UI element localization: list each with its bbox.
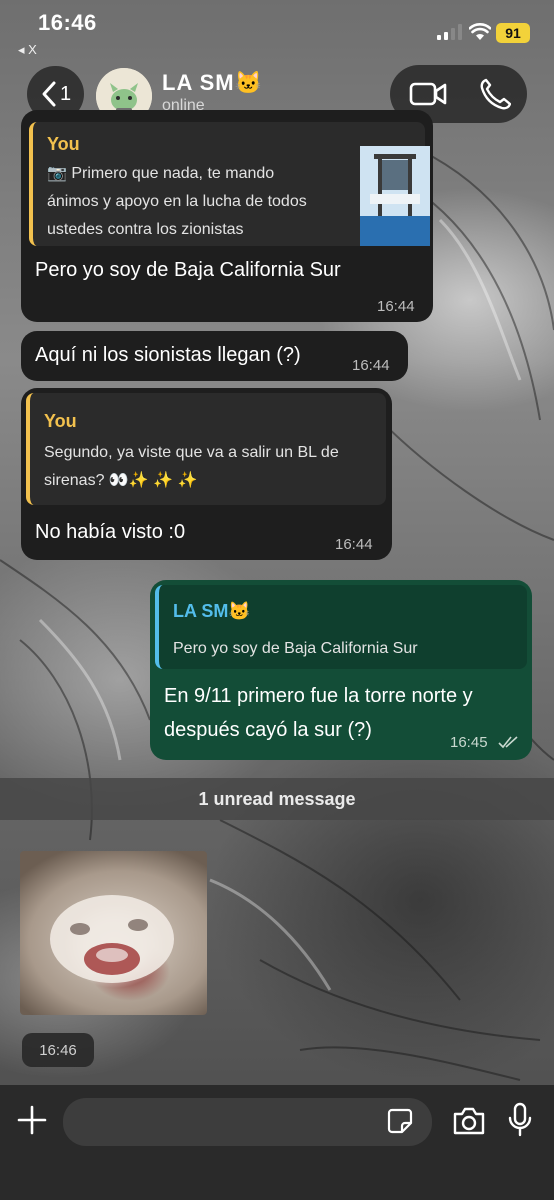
quote-author: LA SM🐱 — [173, 601, 251, 621]
read-receipt-icon — [498, 736, 518, 749]
message-time: 16:44 — [377, 298, 415, 315]
message-time: 16:44 — [335, 536, 373, 553]
quote-text-line-1: 📷 Primero que nada, te mando — [47, 165, 275, 182]
quoted-photo-thumbnail — [360, 146, 430, 246]
quote-text-line-1: Pero yo soy de Baja California Sur — [173, 640, 418, 657]
message-bubble-incoming[interactable]: You 📷 Primero que nada, te mando ánimos … — [21, 110, 433, 322]
message-text: Pero yo soy de Baja California Sur — [35, 259, 341, 281]
message-time: 16:44 — [352, 357, 390, 374]
message-text-line-1: En 9/11 primero fue la torre norte y — [164, 685, 473, 707]
microphone-icon[interactable] — [508, 1102, 532, 1138]
phone-call-icon[interactable] — [479, 77, 511, 111]
quote-text-line-1: Segundo, ya viste que va a salir un BL d… — [44, 444, 339, 461]
message-text: Aquí ni los sionistas llegan (?) — [35, 344, 301, 366]
video-call-icon[interactable] — [409, 78, 447, 110]
message-text-line-2: después cayó la sur (?) — [164, 719, 372, 741]
message-bubble-incoming[interactable]: Aquí ni los sionistas llegan (?) 16:44 — [21, 331, 408, 381]
quote-text-line-2: sirenas? 👀✨ ✨ ✨ — [44, 472, 198, 489]
chevron-left-icon — [42, 81, 56, 107]
image-message[interactable] — [20, 851, 207, 1015]
attach-plus-icon[interactable] — [16, 1104, 48, 1136]
battery-indicator: 91 — [496, 23, 530, 43]
quote-text-line-2: ánimos y apoyo en la lucha de todos — [47, 193, 307, 210]
message-text: No había visto :0 — [35, 521, 186, 543]
message-bubble-outgoing[interactable]: LA SM🐱 Pero yo soy de Baja California Su… — [150, 580, 532, 760]
sticker-icon[interactable] — [387, 1108, 413, 1134]
contact-name[interactable]: LA SM🐱 — [162, 70, 263, 96]
cat-photo — [50, 895, 174, 983]
camera-icon[interactable] — [452, 1106, 486, 1136]
status-bar: 16:46 ◂ X 91 — [0, 0, 554, 60]
unread-chats-count: 1 — [59, 82, 72, 105]
quote-author: You — [47, 134, 80, 154]
cellular-signal-icon — [437, 24, 462, 40]
quote-text-line-3: ustedes contra los zionistas — [47, 221, 244, 238]
quoted-message[interactable]: LA SM🐱 Pero yo soy de Baja California Su… — [155, 585, 527, 669]
message-input[interactable] — [63, 1098, 432, 1146]
quote-author: You — [44, 411, 77, 431]
message-bubble-incoming[interactable]: You Segundo, ya viste que va a salir un … — [21, 388, 392, 560]
image-message-time: 16:46 — [22, 1033, 94, 1067]
quoted-message[interactable]: You 📷 Primero que nada, te mando ánimos … — [29, 122, 430, 246]
back-to-app-link[interactable]: ◂ X — [18, 42, 37, 58]
clock: 16:46 — [38, 10, 97, 35]
quoted-message[interactable]: You Segundo, ya viste que va a salir un … — [26, 393, 386, 505]
wifi-icon — [469, 23, 491, 40]
unread-divider: 1 unread message — [0, 778, 554, 820]
message-time: 16:45 — [450, 734, 488, 751]
